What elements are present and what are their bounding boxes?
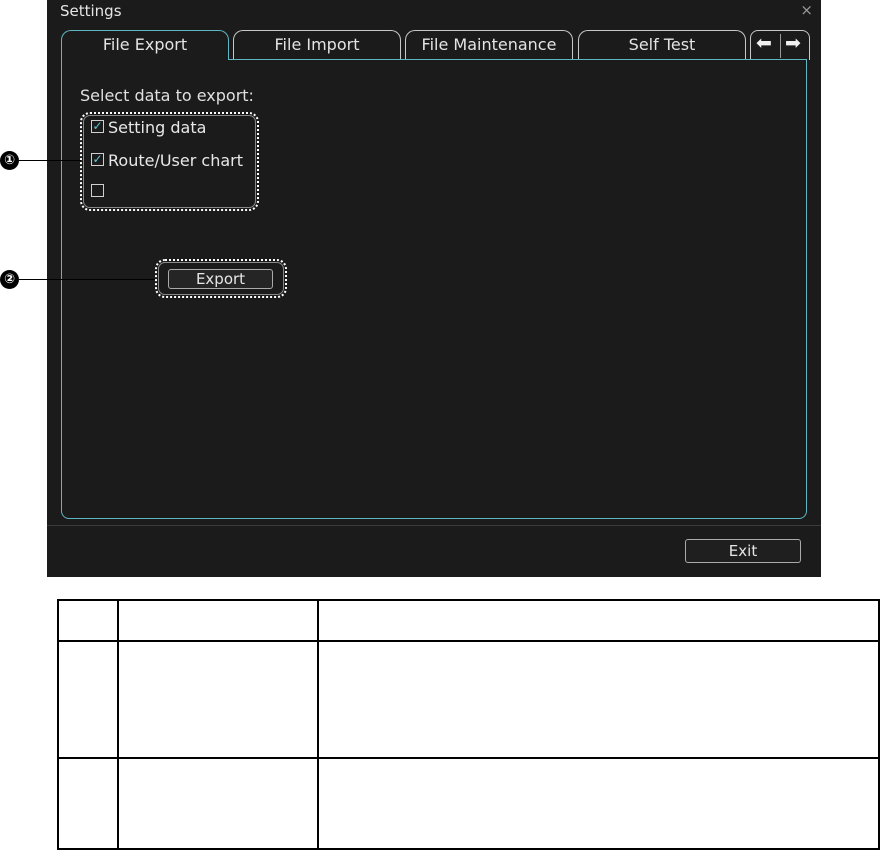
callout-number-1: ①: [0, 151, 19, 170]
settings-dialog: Settings × File Export File Import File …: [47, 0, 821, 577]
arrow-left-icon[interactable]: ⬅: [756, 32, 772, 54]
table-cell: [317, 757, 880, 850]
callout-frame-checkboxes: [80, 112, 259, 211]
table-cell: [117, 599, 319, 642]
table-row: [57, 640, 880, 759]
table-cell: [317, 640, 880, 759]
tab-self-test[interactable]: Self Test: [578, 30, 746, 60]
close-icon[interactable]: ×: [800, 1, 813, 19]
footer-divider: [47, 525, 821, 526]
table-cell: [57, 757, 119, 850]
table-cell: [57, 640, 119, 759]
leader-line-1: [19, 160, 81, 161]
tab-scroll-buttons: ⬅ ➡: [750, 30, 810, 60]
arrow-right-icon[interactable]: ➡: [785, 32, 801, 54]
tab-file-maintenance[interactable]: File Maintenance: [405, 30, 573, 60]
tab-file-export[interactable]: File Export: [61, 30, 229, 60]
table-cell: [317, 599, 880, 642]
table-header-row: [57, 599, 880, 642]
callout-number-2: ②: [0, 270, 19, 289]
callout-frame-export: [155, 259, 287, 298]
tab-file-import[interactable]: File Import: [233, 30, 401, 60]
export-prompt: Select data to export:: [80, 86, 254, 105]
leader-line-2: [19, 279, 155, 280]
exit-button[interactable]: Exit: [685, 539, 801, 563]
window-title: Settings: [60, 2, 122, 20]
table-row: [57, 757, 880, 850]
divider: [780, 34, 781, 58]
table-cell: [57, 599, 119, 642]
reference-table: [57, 599, 880, 850]
table-cell: [117, 757, 319, 850]
table-cell: [117, 640, 319, 759]
